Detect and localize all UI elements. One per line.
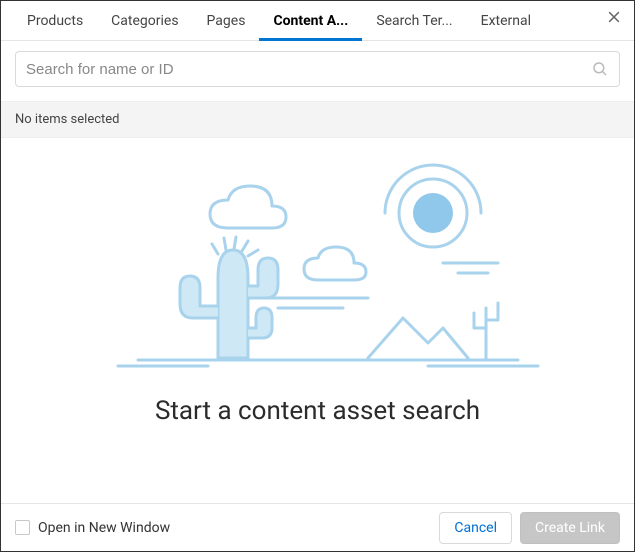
create-link-button: Create Link: [520, 512, 620, 544]
tab-products[interactable]: Products: [13, 1, 97, 41]
cancel-button[interactable]: Cancel: [439, 512, 512, 544]
search-input[interactable]: [26, 61, 591, 78]
desert-illustration: [68, 158, 568, 368]
tabs-row: Products Categories Pages Content A... S…: [1, 1, 634, 41]
tab-pages[interactable]: Pages: [193, 1, 260, 41]
tab-external[interactable]: External: [467, 1, 545, 41]
selection-status: No items selected: [1, 101, 634, 138]
tab-content-assets[interactable]: Content A...: [259, 1, 362, 41]
search-wrap: [1, 41, 634, 101]
search-box[interactable]: [15, 51, 620, 87]
empty-state-prompt: Start a content asset search: [155, 396, 480, 426]
close-icon[interactable]: [604, 7, 624, 27]
tab-search-terms[interactable]: Search Ter...: [362, 1, 466, 41]
open-new-window-checkbox[interactable]: Open in New Window: [15, 520, 170, 536]
dialog-footer: Open in New Window Cancel Create Link: [1, 503, 634, 551]
search-icon: [591, 60, 609, 78]
checkbox-box-icon: [15, 520, 30, 535]
empty-state: Start a content asset search: [1, 138, 634, 503]
open-new-window-label: Open in New Window: [38, 520, 170, 536]
tab-categories[interactable]: Categories: [97, 1, 192, 41]
link-dialog: Products Categories Pages Content A... S…: [0, 0, 635, 552]
